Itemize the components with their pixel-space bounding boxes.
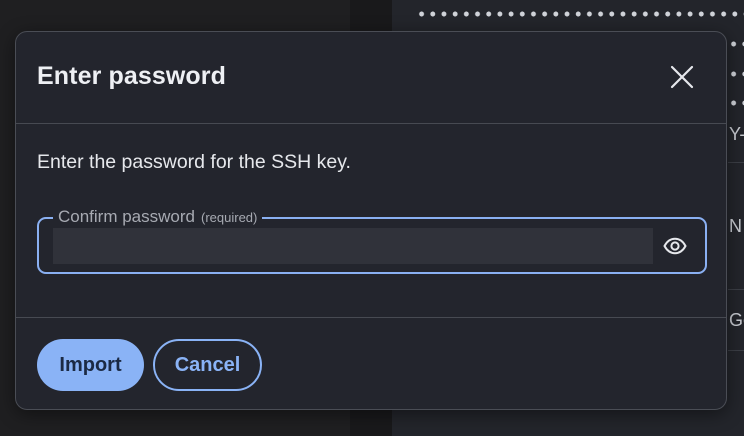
dialog-description: Enter the password for the SSH key.	[37, 151, 351, 173]
dialog-body: Enter the password for the SSH key. Conf…	[16, 123, 726, 318]
dialog-header: Enter password	[16, 32, 726, 124]
background-divider-line	[728, 162, 744, 163]
field-legend: Confirm password (required)	[53, 207, 263, 227]
background-masked-fragment	[728, 70, 744, 78]
show-password-toggle[interactable]	[663, 235, 687, 257]
background-text-fragment: Go	[729, 310, 744, 330]
background-text-fragment: N	[729, 216, 742, 236]
password-input[interactable]	[53, 228, 653, 264]
background-divider-line	[728, 350, 744, 351]
enter-password-dialog: Enter password Enter the password for th…	[15, 31, 727, 410]
confirm-password-field: Confirm password (required)	[37, 207, 707, 274]
required-indicator: (required)	[201, 210, 258, 225]
background-masked-fragment	[728, 40, 744, 48]
dialog-title: Enter password	[37, 62, 226, 90]
background-text-fragment: Y-	[729, 124, 744, 144]
import-button[interactable]: Import	[37, 339, 144, 391]
background-divider-line	[728, 289, 744, 290]
close-button[interactable]	[668, 63, 696, 91]
background-masked-password	[416, 10, 744, 18]
close-icon	[670, 65, 694, 89]
background-masked-fragment	[728, 99, 744, 107]
cancel-button[interactable]: Cancel	[153, 339, 262, 391]
eye-icon	[663, 237, 687, 255]
field-label: Confirm password	[58, 207, 195, 226]
dialog-footer: Import Cancel	[16, 318, 726, 410]
